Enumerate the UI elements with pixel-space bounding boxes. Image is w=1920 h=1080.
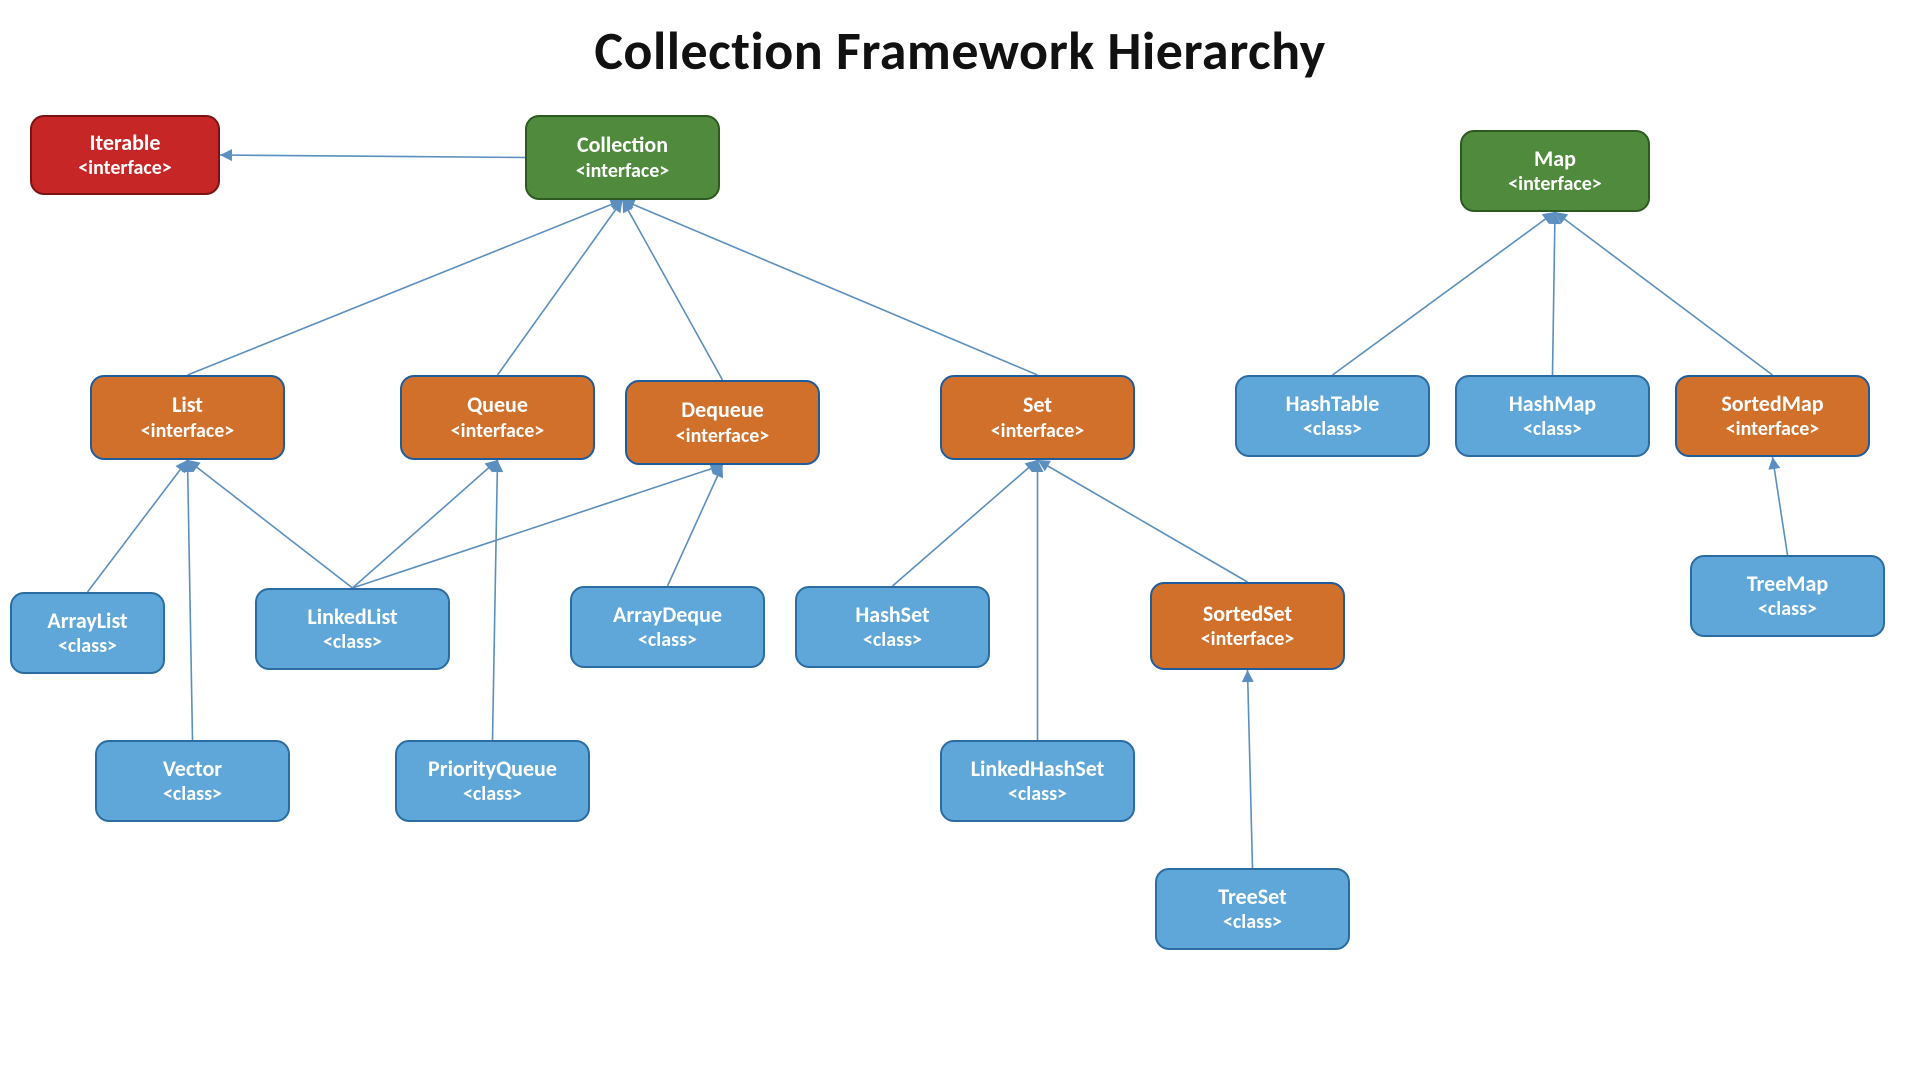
node-linkedlist-name: LinkedList bbox=[307, 603, 397, 631]
node-map-stereotype: <interface> bbox=[1508, 172, 1602, 197]
node-hashmap-stereotype: <class> bbox=[1523, 417, 1582, 442]
edge-arraydeque-to-dequeue bbox=[668, 465, 723, 586]
node-arraydeque-name: ArrayDeque bbox=[613, 601, 722, 629]
node-map-name: Map bbox=[1534, 145, 1576, 173]
node-collection: Collection<interface> bbox=[525, 115, 720, 200]
node-hashmap: HashMap<class> bbox=[1455, 375, 1650, 457]
edge-queue-to-collection bbox=[498, 200, 623, 375]
edge-sortedset-to-set bbox=[1038, 460, 1248, 582]
node-set-name: Set bbox=[1023, 391, 1052, 419]
node-linkedhashset: LinkedHashSet<class> bbox=[940, 740, 1135, 822]
edge-arraylist-to-list bbox=[88, 460, 188, 592]
node-collection-stereotype: <interface> bbox=[576, 159, 670, 184]
node-list: List<interface> bbox=[90, 375, 285, 460]
node-set: Set<interface> bbox=[940, 375, 1135, 460]
node-treemap-stereotype: <class> bbox=[1758, 597, 1817, 622]
node-treeset: TreeSet<class> bbox=[1155, 868, 1350, 950]
node-list-name: List bbox=[172, 391, 203, 419]
node-priorityqueue-name: PriorityQueue bbox=[428, 755, 557, 783]
diagram-canvas: Collection Framework Hierarchy Iterable<… bbox=[0, 0, 1920, 1080]
node-vector-stereotype: <class> bbox=[163, 782, 222, 807]
node-sortedset-stereotype: <interface> bbox=[1201, 627, 1295, 652]
diagram-title: Collection Framework Hierarchy bbox=[0, 18, 1920, 84]
node-iterable: Iterable<interface> bbox=[30, 115, 220, 195]
node-arraylist-name: ArrayList bbox=[47, 607, 127, 635]
edge-hashmap-to-map bbox=[1553, 212, 1556, 375]
node-arraylist: ArrayList<class> bbox=[10, 592, 165, 674]
node-arraydeque-stereotype: <class> bbox=[638, 628, 697, 653]
edge-collection-to-iterable bbox=[220, 155, 525, 158]
node-priorityqueue-stereotype: <class> bbox=[463, 782, 522, 807]
node-queue-stereotype: <interface> bbox=[451, 419, 545, 444]
edge-linkedlist-to-list bbox=[188, 460, 353, 588]
node-dequeue: Dequeue<interface> bbox=[625, 380, 820, 465]
node-iterable-stereotype: <interface> bbox=[78, 156, 172, 181]
node-queue: Queue<interface> bbox=[400, 375, 595, 460]
node-treeset-name: TreeSet bbox=[1218, 883, 1286, 911]
node-set-stereotype: <interface> bbox=[991, 419, 1085, 444]
node-list-stereotype: <interface> bbox=[141, 419, 235, 444]
node-hashset: HashSet<class> bbox=[795, 586, 990, 668]
edge-vector-to-list bbox=[188, 460, 193, 740]
edge-sortedmap-to-map bbox=[1555, 212, 1773, 375]
node-hashmap-name: HashMap bbox=[1509, 390, 1596, 418]
node-linkedhashset-name: LinkedHashSet bbox=[971, 755, 1105, 783]
node-hashtable-stereotype: <class> bbox=[1303, 417, 1362, 442]
node-sortedset: SortedSet<interface> bbox=[1150, 582, 1345, 670]
node-sortedset-name: SortedSet bbox=[1203, 600, 1292, 628]
node-hashtable-name: HashTable bbox=[1286, 390, 1380, 418]
edge-priorityqueue-to-queue bbox=[493, 460, 498, 740]
node-treemap-name: TreeMap bbox=[1747, 570, 1828, 598]
node-queue-name: Queue bbox=[467, 391, 528, 419]
node-collection-name: Collection bbox=[577, 131, 668, 159]
node-treeset-stereotype: <class> bbox=[1223, 910, 1282, 935]
edge-hashset-to-set bbox=[893, 460, 1038, 586]
edge-treeset-to-sortedset bbox=[1248, 670, 1253, 868]
node-arraydeque: ArrayDeque<class> bbox=[570, 586, 765, 668]
node-vector: Vector<class> bbox=[95, 740, 290, 822]
edge-treemap-to-sortedmap bbox=[1773, 457, 1788, 555]
node-dequeue-name: Dequeue bbox=[681, 396, 764, 424]
node-vector-name: Vector bbox=[163, 755, 222, 783]
node-hashset-stereotype: <class> bbox=[863, 628, 922, 653]
node-treemap: TreeMap<class> bbox=[1690, 555, 1885, 637]
node-sortedmap-name: SortedMap bbox=[1721, 390, 1823, 418]
node-linkedlist: LinkedList<class> bbox=[255, 588, 450, 670]
node-sortedmap: SortedMap<interface> bbox=[1675, 375, 1870, 457]
edge-linkedlist-to-queue bbox=[353, 460, 498, 588]
node-arraylist-stereotype: <class> bbox=[58, 634, 117, 659]
node-iterable-name: Iterable bbox=[90, 129, 161, 157]
edge-set-to-collection bbox=[623, 200, 1038, 375]
node-hashtable: HashTable<class> bbox=[1235, 375, 1430, 457]
node-priorityqueue: PriorityQueue<class> bbox=[395, 740, 590, 822]
edge-hashtable-to-map bbox=[1333, 212, 1556, 375]
node-hashset-name: HashSet bbox=[855, 601, 929, 629]
node-linkedhashset-stereotype: <class> bbox=[1008, 782, 1067, 807]
node-sortedmap-stereotype: <interface> bbox=[1726, 417, 1820, 442]
edge-linkedlist-to-dequeue bbox=[353, 465, 723, 588]
edge-dequeue-to-collection bbox=[623, 200, 723, 380]
edge-list-to-collection bbox=[188, 200, 623, 375]
node-linkedlist-stereotype: <class> bbox=[323, 630, 382, 655]
node-dequeue-stereotype: <interface> bbox=[676, 424, 770, 449]
node-map: Map<interface> bbox=[1460, 130, 1650, 212]
